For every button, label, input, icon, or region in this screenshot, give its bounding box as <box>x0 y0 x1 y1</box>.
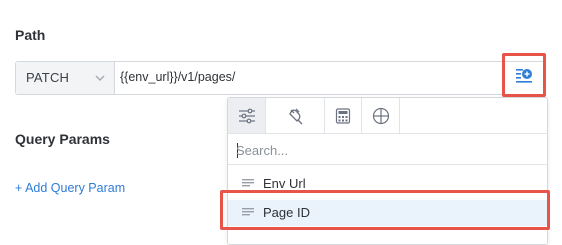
variable-search-input[interactable] <box>236 140 536 160</box>
insert-variable-highlight <box>502 53 546 97</box>
variable-item-label: Env Url <box>263 176 306 191</box>
path-row: PATCH {{env_url}}/v1/pages/ <box>15 61 546 95</box>
variable-popup: Env Url Page ID <box>227 97 548 245</box>
tab-variables[interactable] <box>228 98 266 133</box>
insert-variable-button[interactable] <box>510 60 538 90</box>
path-url-input[interactable]: {{env_url}}/v1/pages/ <box>120 70 235 84</box>
method-value: PATCH <box>26 70 70 85</box>
tab-calculator[interactable] <box>324 98 362 133</box>
plug-icon <box>289 108 303 124</box>
variable-item-env-url[interactable]: Env Url <box>228 171 547 197</box>
variable-tab-bar <box>228 98 547 134</box>
tab-integrations[interactable] <box>266 98 324 133</box>
sliders-icon <box>238 108 255 123</box>
method-select[interactable]: PATCH <box>16 62 115 94</box>
add-query-param-link[interactable]: + Add Query Param <box>15 181 125 195</box>
query-params-label: Query Params <box>15 131 110 147</box>
variable-item-page-id[interactable]: Page ID <box>228 200 547 226</box>
calculator-icon <box>335 107 351 124</box>
variable-search-row <box>228 135 547 165</box>
add-variable-icon <box>516 69 532 83</box>
chevron-down-icon <box>95 75 105 81</box>
text-lines-icon <box>242 208 254 216</box>
tab-grid[interactable] <box>362 98 400 133</box>
path-label: Path <box>15 27 46 43</box>
variable-item-label: Page ID <box>263 205 310 220</box>
grid-icon <box>372 107 389 124</box>
text-lines-icon <box>242 179 254 187</box>
